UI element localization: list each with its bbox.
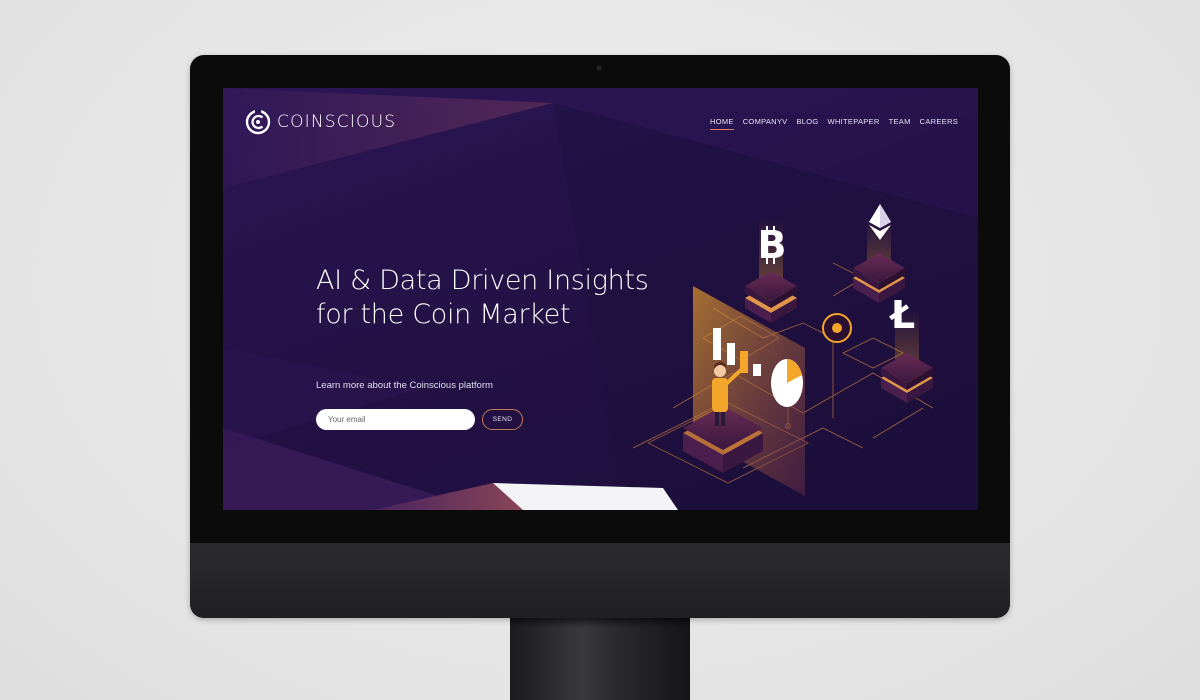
camera-dot <box>596 65 602 71</box>
nav-item-whitepaper[interactable]: WHITEPAPER <box>828 117 880 130</box>
nav-item-team[interactable]: TEAM <box>889 117 911 130</box>
hero-title-line1: AI & Data Driven Insights <box>316 265 649 296</box>
crypto-illustration: B Ł <box>632 204 934 496</box>
monitor-stand <box>510 618 690 700</box>
monitor-chin <box>190 543 1010 618</box>
svg-text:Ł: Ł <box>889 293 915 337</box>
ethereum-platform <box>853 204 905 303</box>
main-nav: HOME COMPANYV BLOG WHITEPAPER TEAM CAREE… <box>710 117 958 130</box>
nav-item-careers[interactable]: CAREERS <box>920 117 958 130</box>
svg-text:B: B <box>758 223 787 267</box>
brand-name: COINSCIOUS <box>277 112 397 132</box>
website-screen: COINSCIOUS HOME COMPANYV BLOG WHITEPAPER… <box>223 88 978 510</box>
brand-logo[interactable]: COINSCIOUS <box>245 109 396 135</box>
hero-subtitle: Learn more about the Coinscious platform <box>316 380 493 391</box>
bitcoin-icon: B <box>758 223 787 267</box>
data-panel <box>693 286 805 496</box>
nav-item-blog[interactable]: BLOG <box>797 117 819 130</box>
hero-title-line2: for the Coin Market <box>316 299 571 330</box>
coinscious-logo-icon <box>245 109 271 135</box>
nav-item-home[interactable]: HOME <box>710 117 734 130</box>
pie-chart-icon <box>771 359 803 407</box>
litecoin-platform: Ł <box>881 293 933 403</box>
send-button[interactable]: SEND <box>482 409 523 430</box>
litecoin-icon: Ł <box>889 293 915 337</box>
coin-token <box>822 313 852 343</box>
nav-item-company[interactable]: COMPANYV <box>743 117 788 130</box>
email-input[interactable] <box>316 409 475 430</box>
hero-title: AI & Data Driven Insights for the Coin M… <box>316 264 656 332</box>
